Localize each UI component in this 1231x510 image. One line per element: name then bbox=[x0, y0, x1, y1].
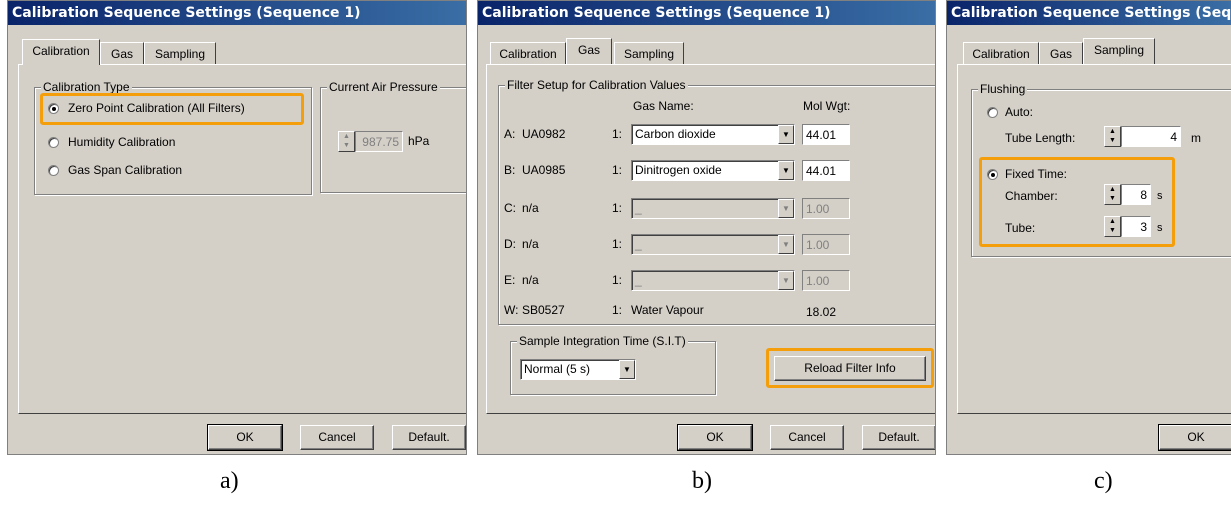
tab-gas[interactable]: Gas bbox=[566, 38, 612, 64]
humidity-label[interactable]: Humidity Calibration bbox=[68, 135, 175, 149]
gas-index: 1: bbox=[612, 201, 623, 215]
filter-setup-label: Filter Setup for Calibration Values bbox=[505, 78, 688, 92]
gas-select-e: _ ▼ bbox=[631, 270, 795, 291]
window-title: Calibration Sequence Settings (Sequence … bbox=[478, 1, 935, 25]
water-gas-name: Water Vapour bbox=[631, 303, 704, 317]
tab-gas[interactable]: Gas bbox=[1039, 42, 1083, 64]
auto-radio[interactable] bbox=[987, 107, 998, 118]
channel-label: A: bbox=[504, 127, 516, 141]
window-title: Calibration Sequence Settings (Sequence … bbox=[8, 1, 466, 25]
filter-id: UA0985 bbox=[522, 163, 566, 177]
sit-select[interactable]: Normal (5 s) ▼ bbox=[520, 359, 636, 380]
mol-wgt-c: 1.00 bbox=[802, 198, 850, 219]
highlight-zero-point bbox=[40, 93, 304, 125]
gas-index: 1: bbox=[612, 237, 623, 251]
filter-id: n/a bbox=[522, 273, 539, 287]
window-title: Calibration Sequence Settings (Sequence bbox=[947, 1, 1231, 25]
caption-a: a) bbox=[220, 468, 239, 494]
tab-calibration[interactable]: Calibration bbox=[490, 42, 566, 64]
highlight-reload bbox=[766, 348, 934, 388]
air-pressure-label: Current Air Pressure bbox=[327, 80, 440, 94]
mol-wgt-a[interactable]: 44.01 bbox=[802, 124, 850, 145]
mol-wgt-e: 1.00 bbox=[802, 270, 850, 291]
highlight-fixed-time bbox=[979, 157, 1175, 247]
tab-gas[interactable]: Gas bbox=[100, 42, 144, 64]
chevron-down-icon[interactable]: ▼ bbox=[778, 161, 794, 180]
cancel-button[interactable]: Cancel bbox=[300, 425, 374, 450]
gas-select-value: _ bbox=[635, 273, 642, 287]
sit-label: Sample Integration Time (S.I.T) bbox=[517, 334, 688, 348]
tube-length-label: Tube Length: bbox=[1005, 131, 1076, 145]
channel-label: B: bbox=[504, 163, 516, 177]
ok-button[interactable]: OK bbox=[677, 424, 753, 451]
channel-label: C: bbox=[504, 201, 516, 215]
dialog-sampling-tab: Calibration Sequence Settings (Sequence … bbox=[946, 0, 1231, 455]
tab-sampling[interactable]: Sampling bbox=[144, 42, 216, 64]
chevron-down-icon[interactable]: ▼ bbox=[619, 360, 635, 379]
caption-c: c) bbox=[1094, 468, 1113, 494]
mol-wgt-header: Mol Wgt: bbox=[803, 99, 851, 113]
dialog-calibration-tab: Calibration Sequence Settings (Sequence … bbox=[7, 0, 467, 455]
tab-sampling[interactable]: Sampling bbox=[614, 42, 684, 64]
gas-index: 1: bbox=[612, 127, 623, 141]
gas-select-a[interactable]: Carbon dioxide ▼ bbox=[631, 124, 795, 145]
gas-index: 1: bbox=[612, 303, 623, 317]
mol-wgt-d: 1.00 bbox=[802, 234, 850, 255]
filter-id: n/a bbox=[522, 237, 539, 251]
tab-sampling[interactable]: Sampling bbox=[1083, 38, 1155, 64]
gas-index: 1: bbox=[612, 273, 623, 287]
caption-b: b) bbox=[692, 468, 712, 494]
ok-button[interactable]: OK bbox=[1158, 424, 1231, 451]
gas-select-b[interactable]: Dinitrogen oxide ▼ bbox=[631, 160, 795, 181]
sit-select-value: Normal (5 s) bbox=[524, 362, 591, 376]
chevron-down-icon: ▼ bbox=[778, 235, 794, 254]
chevron-down-icon: ▼ bbox=[778, 271, 794, 290]
cancel-button[interactable]: Cancel bbox=[770, 425, 844, 450]
gas-select-value: Carbon dioxide bbox=[635, 127, 716, 141]
filter-id: n/a bbox=[522, 201, 539, 215]
tube-length-spinner[interactable]: ▲ ▼ bbox=[1104, 126, 1121, 147]
chevron-down-icon[interactable]: ▼ bbox=[778, 125, 794, 144]
tab-calibration[interactable]: Calibration bbox=[963, 42, 1039, 64]
default-button[interactable]: Default. bbox=[392, 425, 466, 450]
pressure-spinner: ▲ ▼ bbox=[338, 131, 355, 152]
dialog-gas-tab: Calibration Sequence Settings (Sequence … bbox=[477, 0, 936, 455]
filter-id: UA0982 bbox=[522, 127, 566, 141]
water-mol-wgt: 18.02 bbox=[806, 305, 837, 319]
gas-select-value: Dinitrogen oxide bbox=[635, 163, 722, 177]
channel-label: D: bbox=[504, 237, 516, 251]
auto-label[interactable]: Auto: bbox=[1005, 105, 1033, 119]
calibration-type-label: Calibration Type bbox=[41, 80, 132, 94]
ok-button[interactable]: OK bbox=[207, 424, 283, 451]
pressure-value: 987.75 bbox=[355, 131, 403, 152]
pressure-unit: hPa bbox=[408, 134, 430, 148]
filter-id: SB0527 bbox=[522, 303, 565, 317]
channel-label: W: bbox=[504, 303, 519, 317]
gas-index: 1: bbox=[612, 163, 623, 177]
gas-span-radio[interactable] bbox=[48, 165, 59, 176]
default-button[interactable]: Default. bbox=[862, 425, 935, 450]
gas-select-value: _ bbox=[635, 237, 642, 251]
tab-calibration[interactable]: Calibration bbox=[22, 39, 100, 65]
chevron-down-icon: ▼ bbox=[778, 199, 794, 218]
tube-length-value[interactable]: 4 bbox=[1121, 126, 1181, 147]
mol-wgt-b[interactable]: 44.01 bbox=[802, 160, 850, 181]
flushing-label: Flushing bbox=[978, 82, 1028, 96]
tube-length-unit: m bbox=[1191, 131, 1201, 145]
gas-select-d: _ ▼ bbox=[631, 234, 795, 255]
gas-span-label[interactable]: Gas Span Calibration bbox=[68, 163, 182, 177]
channel-label: E: bbox=[504, 273, 516, 287]
gas-select-c: _ ▼ bbox=[631, 198, 795, 219]
humidity-radio[interactable] bbox=[48, 137, 59, 148]
gas-name-header: Gas Name: bbox=[633, 99, 694, 113]
gas-select-value: _ bbox=[635, 201, 642, 215]
